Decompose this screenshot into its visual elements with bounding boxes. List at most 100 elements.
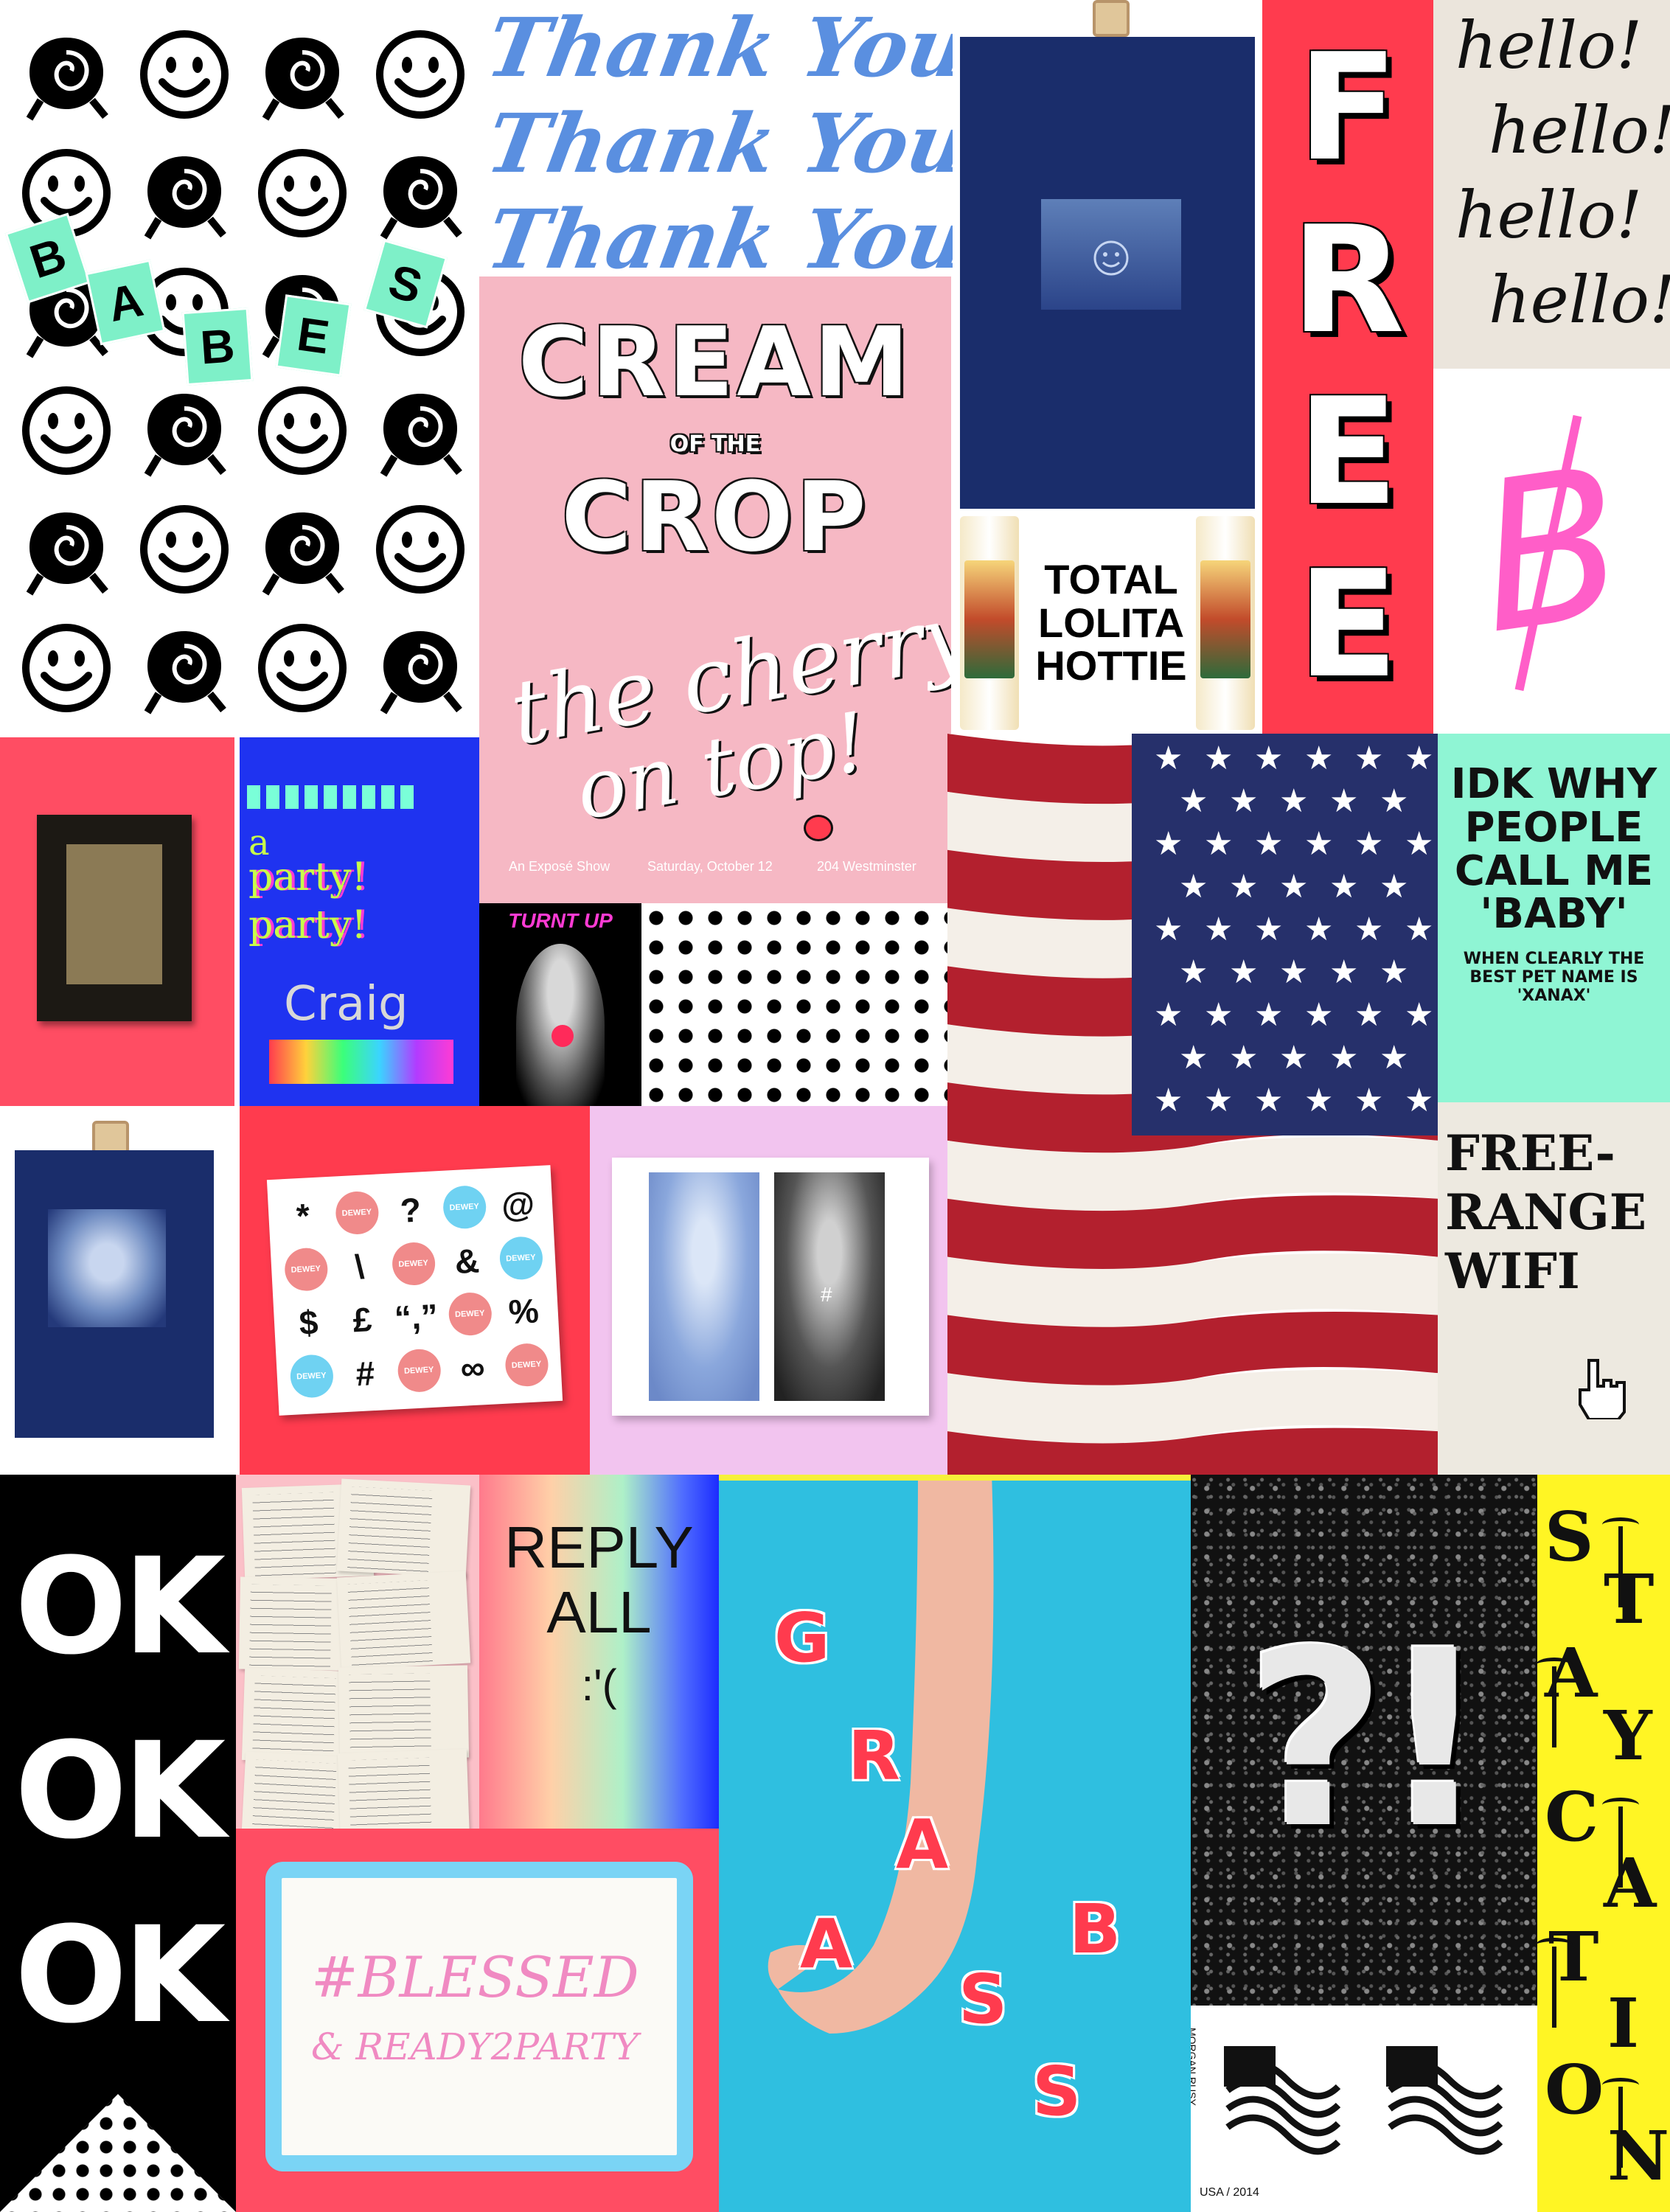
- palm-tree-icon: [1537, 1938, 1573, 2028]
- badge-cell: DEWEY: [498, 1337, 555, 1393]
- grab-letter: S: [958, 1960, 1008, 2039]
- madonna-book-tile: #: [590, 1106, 947, 1475]
- symbol-glyph: “,”: [393, 1296, 439, 1338]
- binder-clip-icon: [1093, 0, 1130, 37]
- palm-tree-icon: [1602, 1798, 1639, 1888]
- flag-star-icon: ★: [1304, 911, 1333, 948]
- hello-line: hello!: [1489, 262, 1670, 338]
- palm-tree-icon: [1537, 1658, 1573, 1747]
- hello-line: hello!: [1455, 177, 1643, 253]
- poster-footer-left: An Exposé Show: [509, 859, 610, 874]
- binder-clip-icon: [92, 1121, 129, 1154]
- flag-star-icon: ★: [1380, 782, 1408, 820]
- flag-star-icon: ★: [1304, 740, 1333, 777]
- rose-icon: [7, 15, 125, 133]
- flag-star-icon: ★: [1279, 1039, 1308, 1077]
- flag-star-icon: ★: [1154, 911, 1183, 948]
- flag-star-icon: ★: [1380, 868, 1408, 905]
- american-flag-tile: ★ ★ ★ ★ ★ ★ ★ ★ ★ ★ ★ ★ ★ ★ ★ ★ ★ ★ ★ ★ ★ ★ ★ ★ ★ ★ ★ ★ ★ ★ ★ ★ ★ ★ ★ ★ ★ ★ ★ ★…: [947, 734, 1438, 1489]
- staycation-letter: A: [1604, 1843, 1657, 1923]
- wifi-line: WIFI: [1445, 1242, 1580, 1300]
- candle-text-line2: LOLITA: [1037, 599, 1185, 646]
- code-printouts-tile: [236, 1475, 479, 1829]
- poster-footer-right: 204 Westminster: [817, 859, 916, 874]
- grab-letter: A: [800, 1905, 853, 1983]
- sacred-heart-icon: [552, 1025, 574, 1047]
- reply-line: REPLY: [504, 1514, 694, 1580]
- symbol-glyph: \: [353, 1247, 366, 1286]
- poster-footer-mid: Saturday, October 12: [647, 859, 773, 874]
- smiley-icon: [125, 490, 243, 608]
- symbol-glyph: &: [453, 1241, 481, 1281]
- symbol-glyph: $: [298, 1303, 319, 1343]
- flag-star-icon: ★: [1329, 782, 1358, 820]
- cyanotype-portrait: [48, 1209, 166, 1327]
- smiley-icon: [361, 15, 479, 133]
- campaign-badge: DEWEY: [396, 1348, 442, 1394]
- smiley-icon: [1093, 240, 1129, 276]
- free-letter: E: [1297, 539, 1399, 712]
- symbol-glyph: ?: [399, 1190, 422, 1231]
- symbol-glyph: #: [355, 1353, 376, 1394]
- flag-star-icon: ★: [1229, 868, 1258, 905]
- hand-cursor-icon: [1579, 1359, 1626, 1419]
- candle-text-line3: HOTTIE: [1035, 642, 1187, 689]
- prayer-candle-icon: [960, 516, 1019, 730]
- free-range-wifi-tile: FREE- RANGE WIFI: [1438, 1102, 1670, 1489]
- composition-book-tile: ?!: [1191, 1475, 1537, 2006]
- flag-star-icon: ★: [1405, 740, 1433, 777]
- flag-star-icon: ★: [1254, 825, 1283, 863]
- flag-star-icon: ★: [1405, 911, 1433, 948]
- flag-star-icon: ★: [1279, 782, 1308, 820]
- badge-cell: DEWEY: [391, 1342, 448, 1398]
- poster-title-crop: CROP: [561, 461, 869, 573]
- flag-star-icon: ★: [1179, 953, 1208, 991]
- cake: #BLESSED & READY2PARTY: [265, 1862, 693, 2171]
- flag-star-icon: ★: [1204, 911, 1233, 948]
- poster-connector: OF THE: [669, 431, 761, 457]
- staycation-letter: O: [1545, 2050, 1604, 2129]
- smiley-icon: [243, 133, 361, 252]
- rainbow-glitch-bar: [269, 1040, 453, 1084]
- badge-cell: DEWEY: [442, 1286, 498, 1342]
- sad-face: :'(: [581, 1660, 617, 1710]
- thanks-line: Thank You!: [481, 0, 953, 95]
- smiley-icon: [7, 371, 125, 490]
- code-printout-sheet: [336, 1571, 471, 1670]
- cyanotype-print-tile: [953, 0, 1262, 509]
- blue-madonna-image: [649, 1172, 759, 1401]
- smiley-icon: [243, 608, 361, 727]
- smiley-icon: [243, 371, 361, 490]
- flag-star-icon: ★: [1254, 996, 1283, 1034]
- staycation-letter: N: [1607, 2116, 1670, 2196]
- staycation-letter: Y: [1604, 1696, 1652, 1775]
- idk-line: PEOPLE: [1464, 803, 1643, 852]
- flag-star-icon: ★: [1354, 996, 1383, 1034]
- flag-star-icon: ★: [1405, 1082, 1433, 1119]
- code-printout-sheet: [336, 1478, 471, 1578]
- staycation-letter: S: [1545, 1497, 1594, 1576]
- idk-subline: WHEN CLEARLY THE: [1463, 950, 1645, 969]
- party-text-line2: party!: [248, 855, 367, 900]
- thanks-line: Thank You!: [481, 192, 953, 276]
- smiley-icon: [361, 490, 479, 608]
- prayer-candle-icon: [1196, 516, 1255, 730]
- badge-cell: DEWEY: [436, 1179, 493, 1235]
- hello-line: hello!: [1455, 7, 1643, 83]
- flag-star-icon: ★: [1154, 825, 1183, 863]
- babes-tile: B A B E S: [0, 0, 481, 737]
- cyanotype-image: [1041, 199, 1181, 310]
- book-cover: [37, 815, 192, 1021]
- badge-cell: DEWEY: [277, 1241, 334, 1297]
- idk-baby-tile: IDK WHY PEOPLE CALL ME 'BABY' WHEN CLEAR…: [1438, 734, 1670, 1102]
- flag-star-icon: ★: [1204, 996, 1233, 1034]
- flag-star-icon: ★: [1354, 825, 1383, 863]
- bunting-letter: B: [181, 307, 254, 386]
- bunting-letter: E: [275, 294, 352, 377]
- wifi-line: RANGE: [1445, 1183, 1647, 1241]
- campaign-badge: DEWEY: [447, 1291, 493, 1337]
- symbol-glyph: @: [500, 1184, 536, 1225]
- hand-arm-image: [768, 1481, 994, 2034]
- cyanotype-sheet: [15, 1150, 214, 1438]
- flag-star-icon: ★: [1204, 740, 1233, 777]
